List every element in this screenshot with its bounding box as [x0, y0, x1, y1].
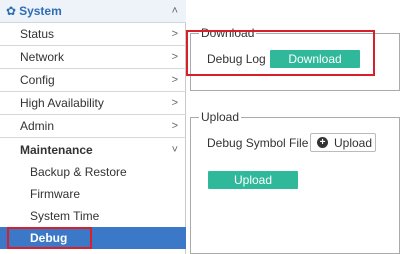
choose-file-button[interactable]: + Upload — [310, 133, 376, 152]
sidebar-subitem-label: Firmware — [30, 187, 80, 201]
sidebar-item-label: Config — [20, 73, 55, 87]
gear-icon: ✿ — [6, 4, 17, 18]
chevron-right-icon: > — [171, 97, 178, 109]
sidebar-subitem-label: Backup & Restore — [30, 165, 127, 179]
chevron-up-icon: ˄ — [171, 5, 178, 17]
sidebar-subitem-label: System Time — [30, 209, 100, 223]
download-highlight-box — [186, 30, 375, 76]
sidebar-item-label: Network — [20, 50, 65, 64]
sidebar-header-label: System — [19, 4, 62, 18]
sidebar-item-label: Admin — [20, 119, 55, 133]
sidebar-item-config[interactable]: Config > — [0, 69, 186, 92]
sidebar-item-admin[interactable]: Admin > — [0, 115, 186, 138]
upload-button[interactable]: Upload — [208, 171, 298, 189]
chevron-right-icon: > — [171, 51, 178, 63]
sidebar: ✿ System ˄ Status > Network > Config > H… — [0, 0, 186, 254]
sidebar-subitem-backup-restore[interactable]: Backup & Restore — [0, 161, 186, 183]
debug-symbol-file-label: Debug Symbol File — [207, 136, 309, 150]
choose-file-label: Upload — [334, 135, 373, 150]
sidebar-item-high-availability[interactable]: High Availability > — [0, 92, 186, 115]
sidebar-subitem-system-time[interactable]: System Time — [0, 205, 186, 227]
chevron-right-icon: > — [171, 74, 178, 86]
chevron-right-icon: > — [171, 120, 178, 132]
debug-highlight-box — [7, 227, 92, 249]
plus-circle-icon: + — [317, 137, 328, 148]
sidebar-item-label: High Availability — [20, 96, 104, 110]
chevron-down-icon: ˅ — [171, 143, 178, 156]
sidebar-item-status[interactable]: Status > — [0, 23, 186, 46]
sidebar-item-label: Maintenance — [20, 142, 93, 157]
upload-legend: Upload — [199, 110, 242, 124]
sidebar-item-network[interactable]: Network > — [0, 46, 186, 69]
sidebar-subitem-firmware[interactable]: Firmware — [0, 183, 186, 205]
sidebar-header-system[interactable]: ✿ System ˄ — [0, 0, 186, 23]
sidebar-item-maintenance[interactable]: Maintenance ˅ — [0, 138, 186, 161]
sidebar-item-label: Status — [20, 27, 55, 41]
chevron-right-icon: > — [171, 28, 178, 40]
